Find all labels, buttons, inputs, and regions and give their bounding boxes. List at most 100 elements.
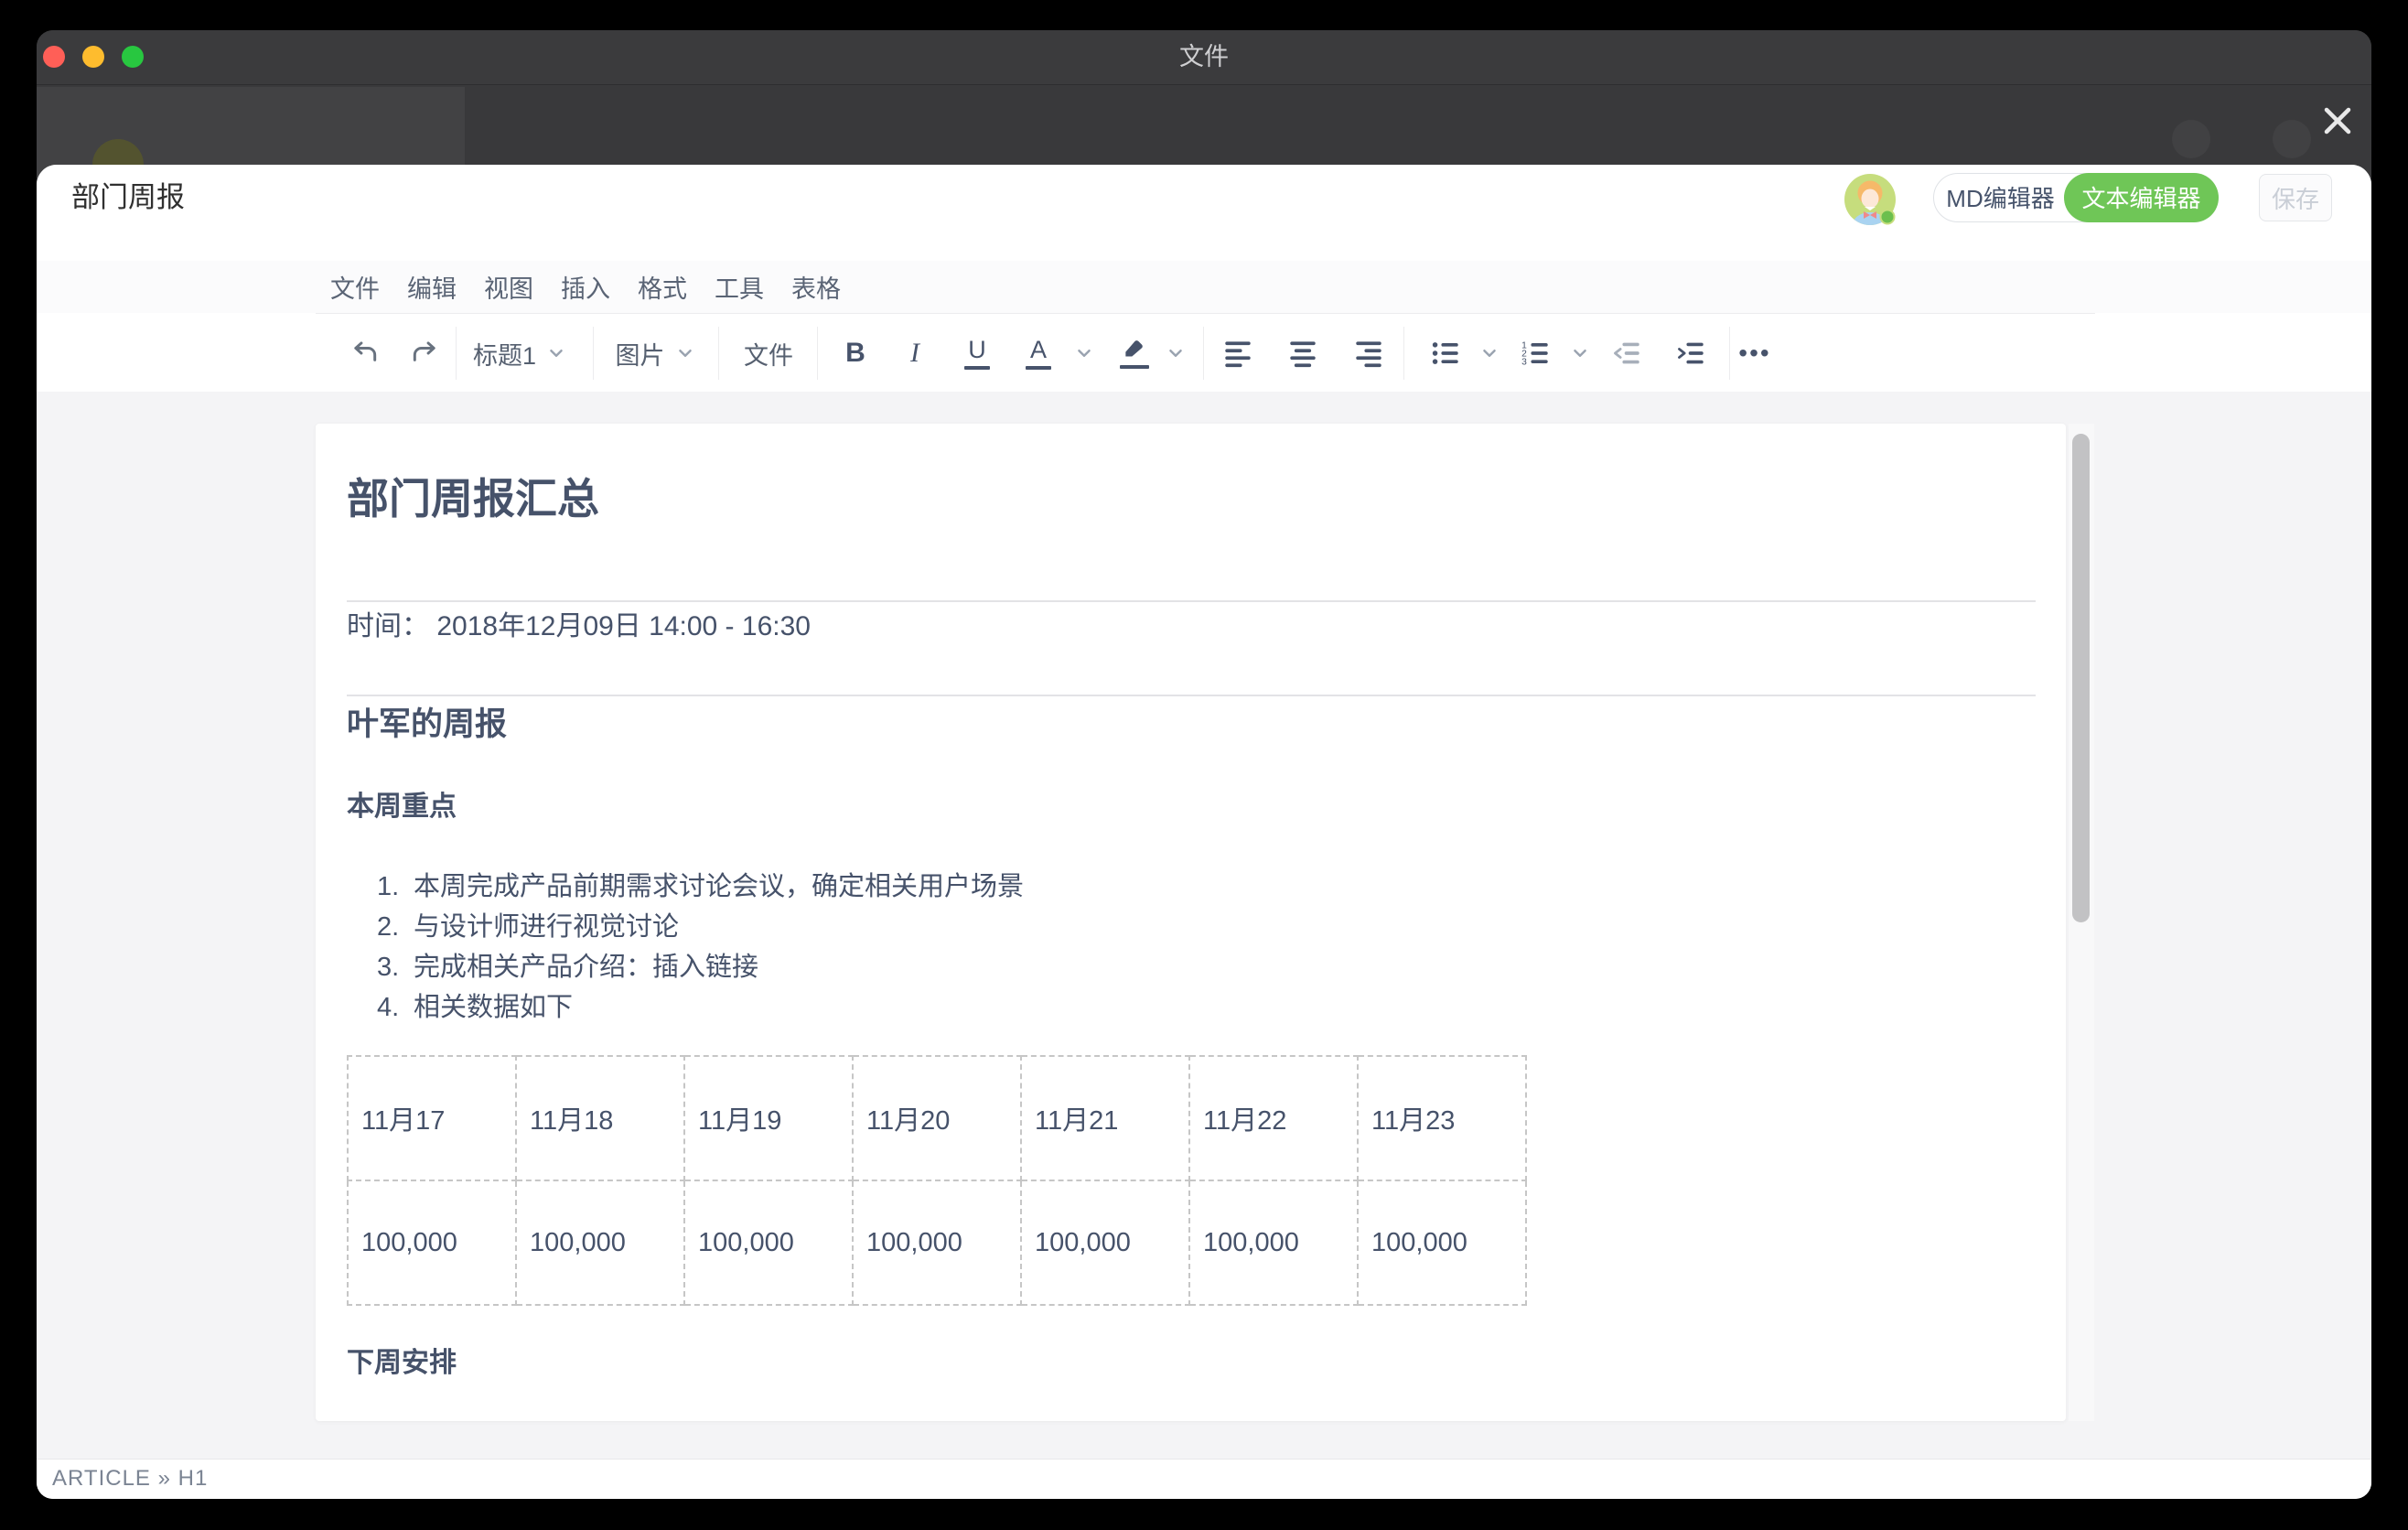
heading-style-dropdown[interactable]: 标题1 (453, 328, 586, 379)
list-item-text[interactable]: 相关数据如下 (414, 987, 573, 1028)
menu-item-2[interactable]: 编辑 (407, 269, 457, 305)
numbered-list-dropdown[interactable] (1567, 328, 1593, 379)
document-time-line[interactable]: 时间： 2018年12月09日 14:00 - 16:30 (347, 607, 811, 647)
table-cell-date[interactable]: 11月21 (1021, 1056, 1189, 1180)
document-heading-1[interactable]: 部门周报汇总 (347, 471, 599, 526)
list-item-text[interactable]: 与设计师进行视觉讨论 (414, 907, 679, 947)
outdent-button[interactable] (1601, 328, 1652, 379)
file-insert-label: 文件 (744, 336, 793, 372)
avatar-illustration (1844, 174, 1896, 225)
table-cell-value[interactable]: 100,000 (348, 1180, 516, 1305)
toolbar-separator (593, 327, 594, 380)
align-center-button[interactable] (1277, 328, 1328, 379)
user-avatar[interactable] (1844, 174, 1896, 225)
table-cell-date[interactable]: 11月22 (1189, 1056, 1358, 1180)
align-center-icon (1288, 339, 1317, 368)
list-item-3[interactable]: 3.完成相关产品介绍：插入链接 (377, 947, 1024, 987)
bold-icon: B (845, 339, 865, 367)
indent-icon (1676, 339, 1705, 368)
list-item-1[interactable]: 1.本周完成产品前期需求讨论会议，确定相关用户场景 (377, 867, 1024, 907)
outdent-icon (1612, 339, 1641, 368)
vertical-scrollbar-track[interactable] (2069, 424, 2094, 1421)
italic-icon: I (910, 339, 919, 367)
data-table[interactable]: 11月1711月1811月1911月2011月2111月2211月23100,0… (347, 1055, 1527, 1306)
menu-item-7[interactable]: 表格 (791, 269, 841, 305)
chevron-down-icon (1571, 344, 1589, 362)
table-cell-value[interactable]: 100,000 (684, 1180, 853, 1305)
document-name: 部门周报 (71, 179, 185, 216)
list-item-number: 4. (377, 987, 414, 1028)
highlighter-icon (1120, 338, 1149, 369)
underline-icon: U (964, 338, 990, 370)
numbered-list[interactable]: 1.本周完成产品前期需求讨论会议，确定相关用户场景2.与设计师进行视觉讨论3.完… (377, 867, 1024, 1028)
font-color-dropdown[interactable] (1071, 328, 1097, 379)
heading-style-label: 标题1 (473, 336, 536, 372)
window-title: 文件 (37, 30, 2371, 84)
font-color-button[interactable]: A (1013, 328, 1064, 379)
horizontal-rule (347, 600, 2036, 602)
list-item-text[interactable]: 完成相关产品介绍：插入链接 (414, 947, 758, 987)
table-cell-value[interactable]: 100,000 (1189, 1180, 1358, 1305)
table-cell-date[interactable]: 11月23 (1358, 1056, 1526, 1180)
menu-item-1[interactable]: 文件 (330, 269, 380, 305)
numbered-list-button[interactable]: 1 2 3 (1510, 328, 1561, 379)
list-item-number: 1. (377, 867, 414, 907)
table-row: 100,000100,000100,000100,000100,000100,0… (348, 1180, 1526, 1305)
align-left-button[interactable] (1212, 328, 1263, 379)
status-bar: ARTICLE » H1 (37, 1459, 2371, 1499)
menu-item-5[interactable]: 格式 (638, 269, 687, 305)
bold-button[interactable]: B (830, 328, 881, 379)
redo-button[interactable] (400, 328, 451, 379)
save-button[interactable]: 保存 (2259, 174, 2332, 221)
underline-button[interactable]: U (951, 328, 1003, 379)
table-cell-date[interactable]: 11月17 (348, 1056, 516, 1180)
background-button-circle (2273, 120, 2311, 158)
md-editor-tab[interactable]: MD编辑器 (1934, 174, 2067, 221)
ellipsis-icon: ••• (1738, 339, 1770, 368)
menu-item-4[interactable]: 插入 (561, 269, 610, 305)
table-cell-value[interactable]: 100,000 (1021, 1180, 1189, 1305)
background-button-circle (2172, 120, 2210, 158)
editor-mode-toggle: MD编辑器 文本编辑器 (1933, 173, 2218, 222)
file-insert-button[interactable]: 文件 (723, 328, 814, 379)
italic-button[interactable]: I (889, 328, 941, 379)
table-cell-value[interactable]: 100,000 (1358, 1180, 1526, 1305)
font-color-icon: A (1026, 338, 1051, 370)
list-item-number: 2. (377, 907, 414, 947)
document-heading-2[interactable]: 叶军的周报 (347, 704, 507, 746)
menu-item-6[interactable]: 工具 (715, 269, 764, 305)
toolbar: 标题1 图片 文件 B I U (316, 313, 2095, 393)
highlight-button[interactable] (1109, 328, 1160, 379)
image-insert-dropdown[interactable]: 图片 (597, 328, 712, 379)
document-heading-3-next-week[interactable]: 下周安排 (347, 1344, 457, 1383)
bullet-list-dropdown[interactable] (1477, 328, 1502, 379)
table-cell-date[interactable]: 11月19 (684, 1056, 853, 1180)
align-right-button[interactable] (1343, 328, 1394, 379)
undo-button[interactable] (339, 328, 390, 379)
close-icon (2317, 101, 2358, 141)
table-cell-date[interactable]: 11月20 (853, 1056, 1021, 1180)
list-item-4[interactable]: 4.相关数据如下 (377, 987, 1024, 1028)
document-heading-3-this-week[interactable]: 本周重点 (347, 788, 457, 826)
list-item-2[interactable]: 2.与设计师进行视觉讨论 (377, 907, 1024, 947)
app-window: 文件 部门周报 (37, 30, 2371, 1499)
image-insert-label: 图片 (616, 336, 665, 372)
vertical-scrollbar-thumb[interactable] (2072, 434, 2090, 922)
modal-close-button[interactable] (2312, 95, 2363, 146)
list-item-text[interactable]: 本周完成产品前期需求讨论会议，确定相关用户场景 (414, 867, 1024, 907)
indent-button[interactable] (1665, 328, 1716, 379)
more-tools-button[interactable]: ••• (1729, 328, 1780, 379)
highlight-dropdown[interactable] (1163, 328, 1188, 379)
table-cell-date[interactable]: 11月18 (516, 1056, 684, 1180)
list-item-number: 3. (377, 947, 414, 987)
document-page[interactable]: 部门周报汇总 时间： 2018年12月09日 14:00 - 16:30 叶军的… (316, 424, 2066, 1421)
chevron-down-icon (1075, 344, 1093, 362)
table-cell-value[interactable]: 100,000 (853, 1180, 1021, 1305)
table-cell-value[interactable]: 100,000 (516, 1180, 684, 1305)
toolbar-separator (718, 327, 719, 380)
menu-item-3[interactable]: 视图 (484, 269, 533, 305)
chevron-down-icon (1480, 344, 1499, 362)
text-editor-tab[interactable]: 文本编辑器 (2064, 173, 2219, 222)
bullet-list-button[interactable] (1420, 328, 1471, 379)
align-left-icon (1223, 339, 1252, 368)
